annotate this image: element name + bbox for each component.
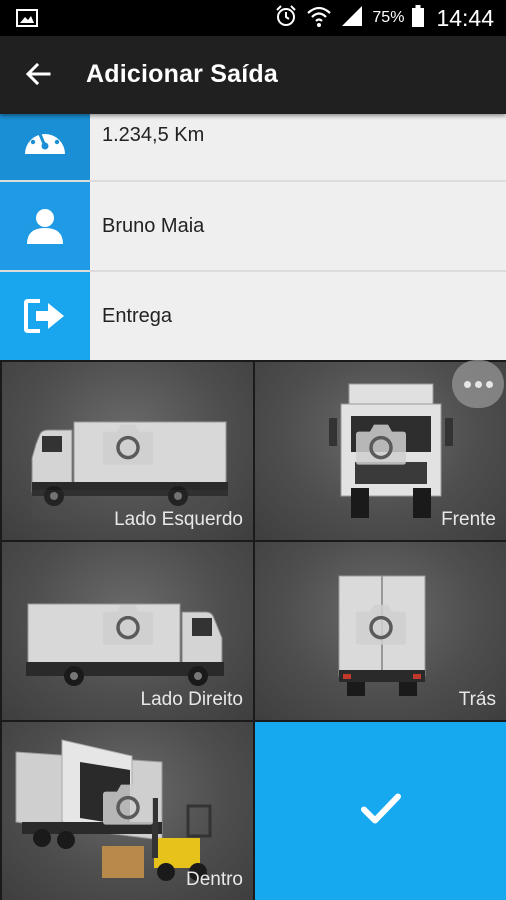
wifi-icon [306, 4, 332, 33]
arrow-back-icon [25, 62, 51, 91]
person-icon [0, 182, 90, 270]
camera-icon [355, 422, 407, 471]
camera-icon [102, 422, 154, 471]
photo-tile-right-side[interactable]: Lado Direito [2, 542, 253, 720]
odometer-value: 1.234,5 Km [102, 124, 205, 146]
more-options-button[interactable] [452, 360, 504, 408]
camera-icon [355, 602, 407, 651]
more-horizontal-icon-dot [463, 380, 471, 388]
confirm-button[interactable] [255, 722, 506, 900]
tile-label: Frente [441, 509, 496, 530]
page-title: Adicionar Saída [86, 60, 278, 88]
tile-label: Trás [458, 689, 496, 710]
info-list: 1.234,5 Km Bruno Maia Entrega [0, 114, 506, 362]
photo-tile-back[interactable]: Trás [255, 542, 506, 720]
image-icon [16, 9, 38, 27]
back-button[interactable] [18, 56, 58, 96]
camera-icon [102, 782, 154, 831]
more-horizontal-icon-dot [474, 380, 482, 388]
tile-label: Dentro [185, 869, 243, 890]
alarm-icon [274, 4, 298, 33]
purpose-row[interactable]: Entrega [0, 272, 506, 362]
exit-icon [0, 272, 90, 360]
checkmark-icon [360, 793, 401, 830]
status-bar: 75% 14:44 [0, 0, 506, 36]
tile-label: Lado Esquerdo [114, 509, 243, 530]
speedometer-icon [0, 114, 90, 180]
app-bar: Adicionar Saída [0, 36, 506, 114]
camera-icon [102, 602, 154, 651]
photo-tile-left-side[interactable]: Lado Esquerdo [2, 362, 253, 540]
photo-tile-inside[interactable]: Dentro [2, 722, 253, 900]
purpose-value: Entrega [102, 304, 173, 327]
signal-icon [340, 5, 364, 32]
battery-icon [412, 4, 425, 32]
more-horizontal-icon-dot [485, 380, 493, 388]
photo-grid: Lado Esquerdo Frente Lado Direito Trás D… [0, 360, 506, 900]
tile-label: Lado Direito [140, 689, 243, 710]
driver-row[interactable]: Bruno Maia [0, 182, 506, 272]
odometer-row[interactable]: 1.234,5 Km [0, 114, 506, 182]
clock: 14:44 [436, 4, 494, 31]
driver-name: Bruno Maia [102, 214, 205, 237]
battery-percent: 75% [372, 9, 405, 26]
